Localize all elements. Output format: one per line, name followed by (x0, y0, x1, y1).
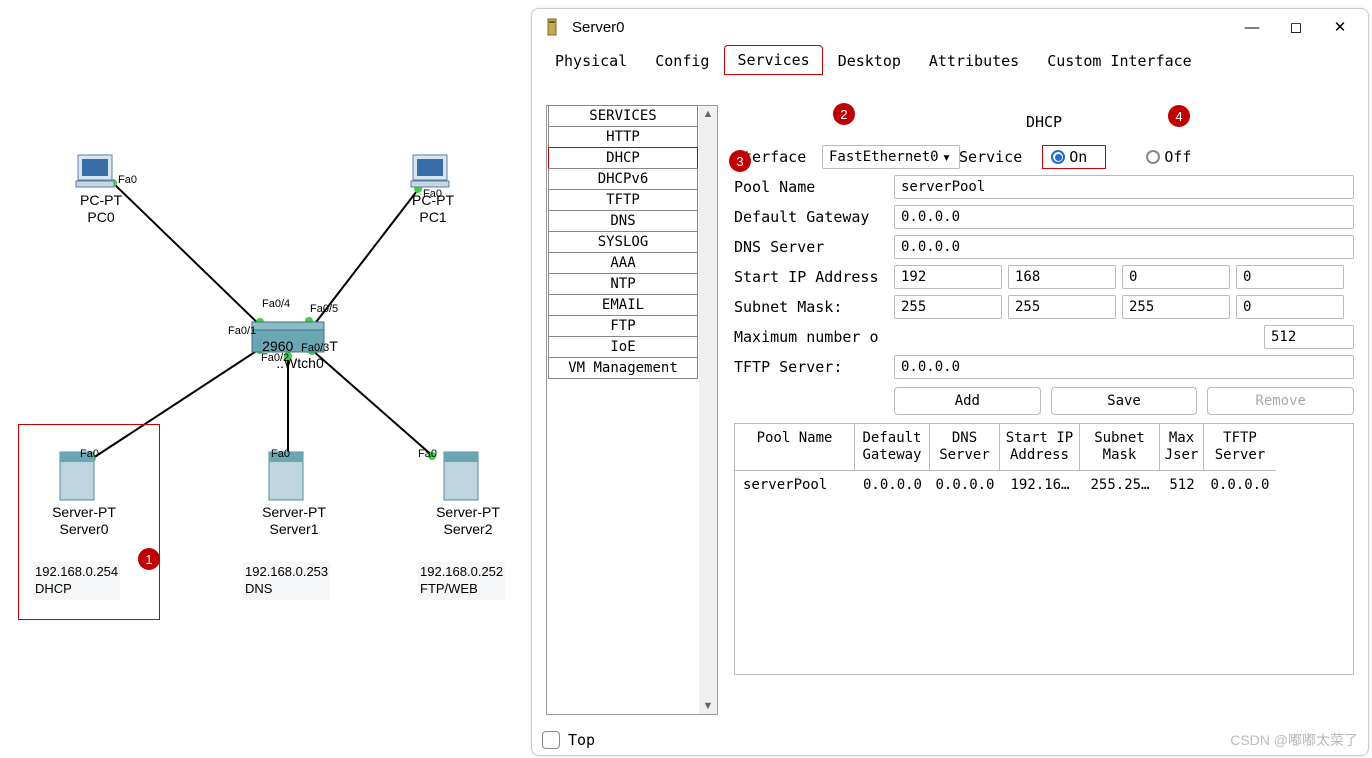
bottom-bar: Top (542, 731, 595, 749)
server2-info: 192.168.0.252FTP/WEB (418, 562, 505, 600)
port-srv1: Fa0 (271, 448, 290, 460)
pool-name-label: Pool Name (734, 178, 894, 196)
scrollbar[interactable]: ▲ ▼ (699, 106, 717, 714)
subnet-label: Subnet Mask: (734, 298, 894, 316)
max-label: Maximum number o (734, 328, 894, 346)
svc-ftp[interactable]: FTP (548, 315, 698, 337)
svc-syslog[interactable]: SYSLOG (548, 231, 698, 253)
dns-label: DNS Server (734, 238, 894, 256)
pool-name-input[interactable] (894, 175, 1354, 199)
off-label: Off (1164, 148, 1191, 166)
svc-dhcpv6[interactable]: DHCPv6 (548, 168, 698, 190)
subnet-2[interactable] (1008, 295, 1116, 319)
watermark: CSDN @嘟嘟太菜了 (1230, 730, 1358, 750)
tftp-input[interactable] (894, 355, 1354, 379)
port-sw4: Fa0/4 (262, 298, 290, 310)
startip-1[interactable] (894, 265, 1002, 289)
pool-table[interactable]: Pool Name Default Gateway DNS Server Sta… (734, 423, 1354, 675)
dns-input[interactable] (894, 235, 1354, 259)
startip-3[interactable] (1122, 265, 1230, 289)
subnet-3[interactable] (1122, 295, 1230, 319)
svc-header: SERVICES (548, 105, 698, 127)
svc-vm[interactable]: VM Management (548, 357, 698, 379)
window-title: Server0 (572, 19, 625, 36)
pc1-icon (411, 155, 449, 187)
service-on-wrap: On (1042, 145, 1106, 169)
dhcp-title: DHCP (734, 113, 1354, 131)
top-checkbox[interactable] (542, 731, 560, 749)
svc-dhcp[interactable]: DHCP (548, 147, 698, 169)
callout-box-1 (18, 424, 160, 620)
startip-2[interactable] (1008, 265, 1116, 289)
startip-label: Start IP Address (734, 268, 894, 286)
callout-2: 2 (833, 103, 855, 125)
server2-icon (444, 452, 478, 500)
services-list: SERVICES HTTP DHCP DHCPv6 TFTP DNS SYSLO… (546, 105, 718, 715)
server1-label[interactable]: Server-PTServer1 (244, 504, 344, 538)
tabs: Physical Config Services Desktop Attribu… (532, 45, 1368, 75)
server2-label[interactable]: Server-PTServer2 (418, 504, 518, 538)
server0-window: Server0 — ◻ ✕ Physical Config Services D… (531, 8, 1369, 756)
service-label: Service (959, 148, 1022, 166)
svc-ntp[interactable]: NTP (548, 273, 698, 295)
svc-tftp[interactable]: TFTP (548, 189, 698, 211)
port-sw5: Fa0/5 (310, 303, 338, 315)
tftp-label: TFTP Server: (734, 358, 894, 376)
maximize-button[interactable]: ◻ (1274, 9, 1318, 45)
server1-info: 192.168.0.253DNS (243, 562, 330, 600)
remove-button[interactable]: Remove (1207, 387, 1354, 415)
port-sw2: Fa0/2 (261, 352, 289, 364)
tab-custom[interactable]: Custom Interface (1034, 46, 1205, 75)
callout-1: 1 (138, 548, 160, 570)
tab-desktop[interactable]: Desktop (825, 46, 914, 75)
svc-email[interactable]: EMAIL (548, 294, 698, 316)
save-button[interactable]: Save (1051, 387, 1198, 415)
tab-attributes[interactable]: Attributes (916, 46, 1032, 75)
interface-select[interactable] (822, 145, 960, 169)
chevron-down-icon[interactable]: ▾ (942, 148, 951, 166)
port-srv2: Fa0 (418, 448, 437, 460)
scroll-up-icon[interactable]: ▲ (700, 106, 716, 122)
server-icon (544, 17, 564, 37)
max-input[interactable] (1264, 325, 1354, 349)
svc-aaa[interactable]: AAA (548, 252, 698, 274)
dhcp-panel: DHCP nterface ▾ Service On Off Pool Name… (734, 107, 1354, 675)
table-row[interactable]: serverPool 0.0.0.0 0.0.0.0 192.16… 255.2… (735, 471, 1353, 499)
pc0-icon (76, 155, 114, 187)
callout-3: 3 (729, 150, 751, 172)
minimize-button[interactable]: — (1230, 9, 1274, 45)
gw-label: Default Gateway (734, 208, 894, 226)
pc0-label[interactable]: PC-PTPC0 (66, 192, 136, 226)
tab-services[interactable]: Services (724, 45, 822, 75)
topology-canvas: PC-PTPC0 PC-PTPC1 2960 Fa0/3T..Wtch0 Ser… (0, 0, 530, 758)
top-label: Top (568, 731, 595, 749)
on-label: On (1069, 148, 1087, 166)
svc-http[interactable]: HTTP (548, 126, 698, 148)
subnet-4[interactable] (1236, 295, 1344, 319)
startip-4[interactable] (1236, 265, 1344, 289)
titlebar[interactable]: Server0 — ◻ ✕ (532, 9, 1368, 45)
switch-label[interactable]: 2960 Fa0/3T..Wtch0 (240, 338, 360, 372)
svc-ioe[interactable]: IoE (548, 336, 698, 358)
subnet-1[interactable] (894, 295, 1002, 319)
port-pc1: Fa0 (423, 188, 442, 200)
add-button[interactable]: Add (894, 387, 1041, 415)
gw-input[interactable] (894, 205, 1354, 229)
tab-physical[interactable]: Physical (542, 46, 640, 75)
radio-off[interactable] (1146, 150, 1160, 164)
scroll-down-icon[interactable]: ▼ (700, 698, 716, 714)
close-button[interactable]: ✕ (1318, 9, 1362, 45)
svc-dns[interactable]: DNS (548, 210, 698, 232)
port-pc0: Fa0 (118, 174, 137, 186)
table-header: Pool Name Default Gateway DNS Server Sta… (735, 424, 1353, 471)
callout-4: 4 (1168, 105, 1190, 127)
port-sw1: Fa0/1 (228, 325, 256, 337)
radio-on[interactable] (1051, 150, 1065, 164)
tab-config[interactable]: Config (642, 46, 722, 75)
